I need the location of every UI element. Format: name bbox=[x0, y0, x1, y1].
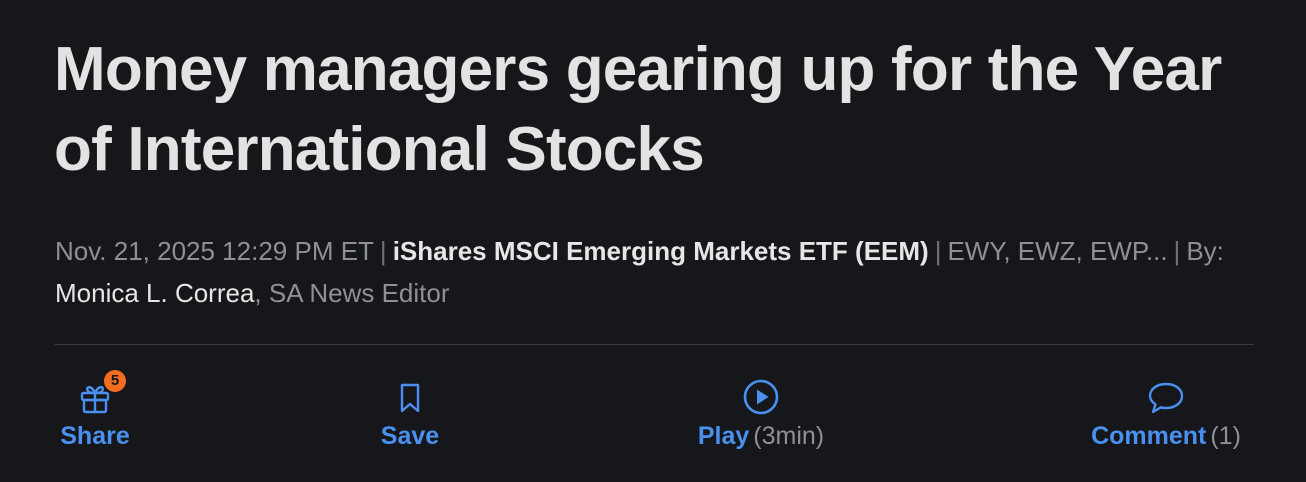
meta-separator: | bbox=[934, 236, 942, 266]
save-label: Save bbox=[380, 422, 440, 450]
publish-date: Nov. 21, 2025 12:29 PM ET bbox=[55, 236, 374, 266]
article-headline: Money managers gearing up for the Year o… bbox=[54, 35, 1222, 184]
divider bbox=[55, 344, 1254, 345]
share-count-badge: 5 bbox=[104, 370, 126, 392]
author-link[interactable]: Monica L. Correa bbox=[55, 278, 254, 308]
other-tickers[interactable]: EWY, EWZ, EWP... bbox=[947, 236, 1167, 266]
play-button[interactable]: Play (3min) bbox=[684, 360, 838, 454]
bookmark-icon bbox=[391, 378, 429, 416]
author-role: , SA News Editor bbox=[254, 278, 450, 308]
speech-bubble-icon bbox=[1147, 378, 1185, 416]
article-meta: Nov. 21, 2025 12:29 PM ET | iShares MSCI E… bbox=[55, 230, 1255, 314]
comment-label: Comment bbox=[1091, 422, 1207, 450]
comment-count: (1) bbox=[1210, 422, 1241, 450]
gift-icon: 5 bbox=[76, 370, 126, 416]
share-label: Share bbox=[60, 422, 130, 450]
play-duration: (3min) bbox=[753, 422, 825, 450]
byline-label: By: bbox=[1186, 236, 1224, 266]
meta-separator: | bbox=[379, 236, 387, 266]
primary-ticker-link[interactable]: iShares MSCI Emerging Markets ETF (EEM) bbox=[393, 236, 929, 266]
play-label: Play bbox=[697, 422, 750, 450]
article-actions-bar: 5 Share Save Play (3min) Comment (1) bbox=[0, 360, 1306, 470]
comment-button[interactable]: Comment (1) bbox=[1078, 360, 1254, 454]
share-button[interactable]: 5 Share bbox=[54, 360, 136, 454]
meta-separator: | bbox=[1173, 236, 1181, 266]
save-button[interactable]: Save bbox=[370, 360, 450, 454]
play-circle-icon bbox=[742, 378, 780, 416]
